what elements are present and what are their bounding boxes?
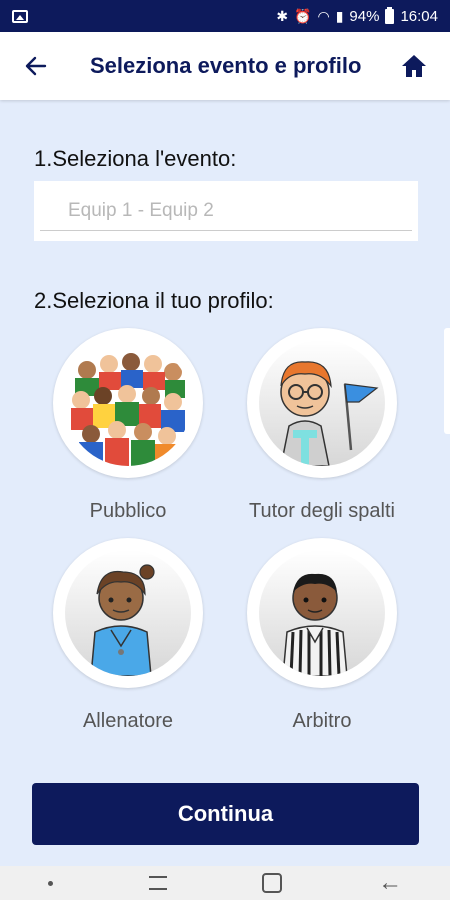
profile-option-pubblico[interactable]: Pubblico — [48, 328, 208, 523]
arrow-left-icon — [25, 56, 47, 76]
referee-illustration — [259, 550, 385, 676]
input-underline — [40, 230, 412, 231]
event-section-label: 1.Seleziona l'evento: — [34, 146, 237, 171]
page-title: Seleziona evento e profilo — [90, 53, 362, 78]
status-bar: ✱ ⏰ ◠ ▮ 94% 16:04 — [0, 0, 450, 32]
app-bar: Seleziona evento e profilo — [0, 32, 450, 100]
wifi-icon: ◠ — [317, 8, 330, 24]
profile-label: Pubblico — [89, 500, 167, 522]
alarm-icon: ⏰ — [294, 8, 312, 24]
avatar — [53, 538, 203, 688]
coach-illustration — [65, 550, 191, 676]
profile-option-tutor[interactable]: Tutor degli spalti — [242, 328, 402, 523]
scroll-indicator — [444, 328, 450, 434]
profile-option-arbitro[interactable]: Arbitro — [242, 538, 402, 733]
gallery-icon — [12, 9, 28, 23]
recent-apps-icon[interactable] — [148, 876, 167, 890]
home-button[interactable] — [378, 32, 450, 100]
battery-percent: 94% — [349, 7, 380, 25]
bluetooth-icon: ✱ — [276, 8, 289, 24]
nav-dot-icon[interactable] — [47, 880, 53, 886]
profile-label: Tutor degli spalti — [249, 500, 395, 522]
continue-button[interactable]: Continua — [32, 783, 419, 845]
crowd-illustration — [65, 340, 191, 466]
profile-label: Allenatore — [82, 710, 174, 732]
home-icon — [402, 55, 426, 77]
battery-icon — [385, 6, 395, 24]
nav-back-icon[interactable]: ← — [378, 871, 402, 895]
profile-option-allenatore[interactable]: Allenatore — [48, 538, 208, 733]
back-button[interactable] — [0, 32, 72, 100]
profile-section-label: 2.Seleziona il tuo profilo: — [34, 288, 274, 313]
avatar — [247, 538, 397, 688]
signal-icon: ▮ — [335, 8, 344, 24]
tutor-illustration — [259, 340, 385, 466]
avatar — [53, 328, 203, 478]
avatar — [247, 328, 397, 478]
profile-label: Arbitro — [292, 710, 352, 732]
nav-home-icon[interactable] — [262, 873, 283, 893]
system-nav-bar: ← — [0, 866, 450, 900]
event-input[interactable] — [34, 181, 418, 241]
clock: 16:04 — [400, 7, 438, 25]
